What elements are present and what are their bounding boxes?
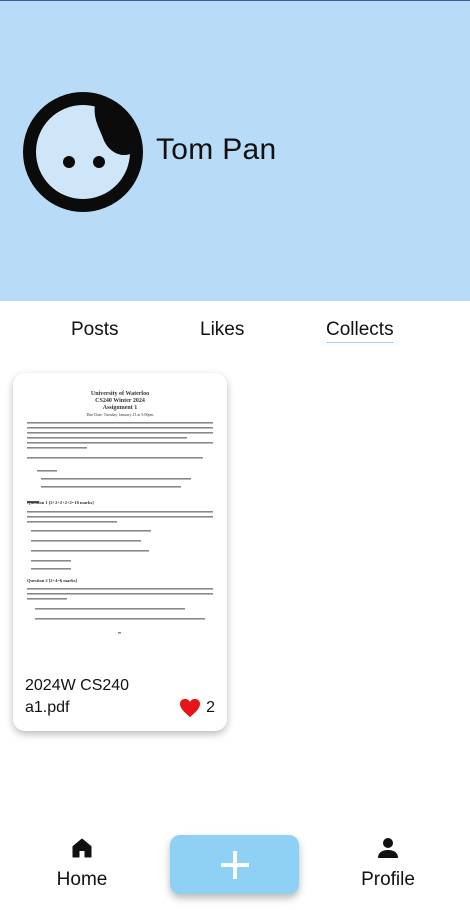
collected-post-card[interactable]: University of Waterloo CS240 Winter 2024… xyxy=(13,373,227,731)
nav-home[interactable]: Home xyxy=(37,836,127,891)
home-icon xyxy=(72,838,92,858)
preview-line: Question 2 [2+4=6 marks] xyxy=(27,578,78,583)
nav-profile-label: Profile xyxy=(361,869,415,890)
card-title: 2024W CS240 xyxy=(25,677,130,694)
nav-home-label: Home xyxy=(56,869,108,890)
tab-collects[interactable]: Collects xyxy=(326,319,394,343)
preview-line: CS240 Winter 2024 xyxy=(95,398,145,404)
preview-line: Assignment 1 xyxy=(102,405,138,411)
avatar-face-icon xyxy=(23,92,143,212)
add-post-button[interactable] xyxy=(170,835,299,894)
tab-likes[interactable]: Likes xyxy=(200,319,244,341)
preview-line: Question 1 [2+2+2+2+2=10 marks] xyxy=(27,500,94,505)
heart-icon xyxy=(180,698,201,718)
preview-body-text: Question 1 [2+2+2+2+2=10 marks] Question… xyxy=(27,422,213,634)
nav-profile[interactable]: Profile xyxy=(343,836,433,891)
preview-line: University of Waterloo xyxy=(90,391,150,397)
card-filename: a1.pdf xyxy=(25,699,70,716)
person-icon xyxy=(378,838,398,858)
like-count: 2 xyxy=(206,699,215,716)
avatar[interactable] xyxy=(23,92,143,212)
profile-name: Tom Pan xyxy=(156,133,277,166)
plus-icon xyxy=(220,850,249,879)
pdf-preview: University of Waterloo CS240 Winter 2024… xyxy=(21,383,219,673)
profile-tabs: Posts Likes Collects xyxy=(0,301,470,359)
profile-header: Tom Pan xyxy=(0,1,470,301)
like-button[interactable]: 2 xyxy=(179,698,215,718)
tab-posts[interactable]: Posts xyxy=(71,319,119,341)
bottom-nav: Home Profile xyxy=(0,820,470,910)
